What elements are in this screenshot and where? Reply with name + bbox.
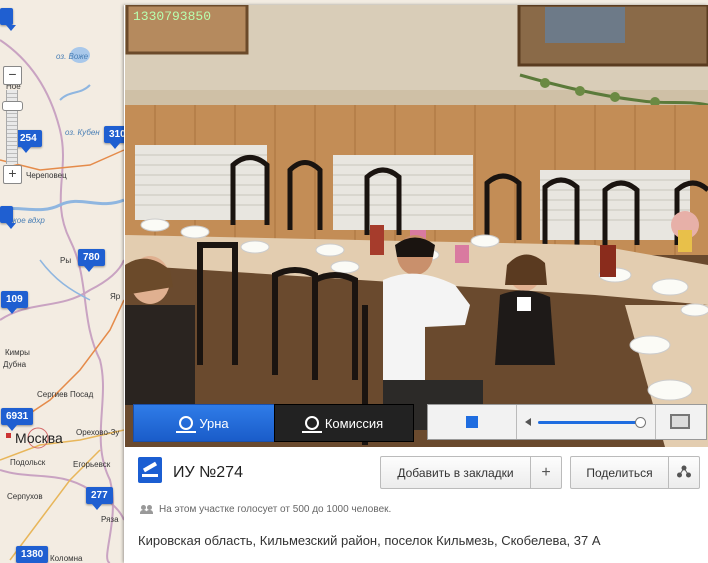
video-frame <box>125 5 708 447</box>
map-label-serpukhov: Серпухов <box>7 492 43 501</box>
share-icon[interactable] <box>669 465 699 481</box>
map-label-ryaz: Ряза <box>101 515 119 524</box>
map-label-egorievsk: Егорьевск <box>73 460 111 469</box>
zoom-slider-thumb[interactable] <box>2 101 23 111</box>
camera-urna-label: Урна <box>199 415 229 431</box>
map-label-oz-kubenskoe: оз. Кубен <box>65 128 100 137</box>
fullscreen-icon <box>670 414 690 429</box>
station-address: Кировская область, Кильмезский район, по… <box>138 533 601 548</box>
map-label-cherepovets: Череповец <box>26 171 67 180</box>
video-player[interactable]: 1330793850 Урна Комиссия <box>125 5 708 447</box>
people-icon <box>140 505 153 514</box>
volume-slider-track[interactable] <box>538 421 640 424</box>
station-panel: 1330793850 Урна Комиссия ИУ №274 Добавит… <box>124 5 708 563</box>
zoom-out-button[interactable]: − <box>3 66 22 85</box>
map-label-oz-bozhe: оз. Воже <box>56 52 89 61</box>
map-marker[interactable]: 1380 <box>16 546 49 563</box>
map-label-sergiev-posad: Сергиев Посад <box>37 390 94 399</box>
speaker-icon <box>525 418 531 426</box>
camera-komissia-button[interactable]: Комиссия <box>274 404 414 442</box>
bookmark-button[interactable]: Добавить в закладки + <box>380 456 562 489</box>
map-label-kolomna: Коломна <box>50 554 83 563</box>
fullscreen-button[interactable] <box>656 405 706 439</box>
zoom-in-button[interactable]: + <box>3 165 22 184</box>
voters-text: На этом участке голосует от 500 до 1000 … <box>159 504 392 515</box>
map-label-podolsk: Подольск <box>10 458 46 467</box>
map-marker[interactable]: 109 <box>1 291 28 314</box>
video-timestamp: 1330793850 <box>133 9 212 24</box>
camera-urna-button[interactable]: Урна <box>133 404 275 442</box>
camera-icon <box>301 416 322 433</box>
map-marker[interactable] <box>0 8 16 31</box>
player-controls <box>427 404 707 440</box>
plus-icon[interactable]: + <box>531 464 561 482</box>
volume-control[interactable] <box>517 405 656 439</box>
camera-icon <box>176 416 197 433</box>
share-button[interactable]: Поделиться <box>570 456 700 489</box>
map-marker[interactable]: 780 <box>78 249 105 272</box>
share-label: Поделиться <box>571 457 669 488</box>
voters-info: На этом участке голосует от 500 до 1000 … <box>140 504 392 515</box>
stop-icon <box>466 416 478 428</box>
map-label-ya: Яр <box>110 292 121 301</box>
map-label-moskva: Москва <box>15 430 63 446</box>
map-marker[interactable] <box>0 206 16 229</box>
bookmark-label: Добавить в закладки <box>381 457 531 488</box>
camera-komissia-label: Комиссия <box>324 415 384 431</box>
station-title: ИУ №274 <box>173 464 243 481</box>
map-label-ry: Ры <box>60 256 72 265</box>
map-marker[interactable]: 277 <box>86 487 113 510</box>
volume-slider-knob[interactable] <box>635 417 646 428</box>
map-marker[interactable]: 254 <box>15 130 42 153</box>
map-label-dubna: Дубна <box>3 360 27 369</box>
stop-button[interactable] <box>428 405 517 439</box>
ballot-box-icon <box>138 457 162 483</box>
map-marker[interactable]: 6931 <box>1 408 34 431</box>
map-label-kimry: Кимры <box>5 348 30 357</box>
share-icon-graphic <box>677 465 691 477</box>
map-label-orekhovo: Орехово-Зу <box>76 428 120 437</box>
